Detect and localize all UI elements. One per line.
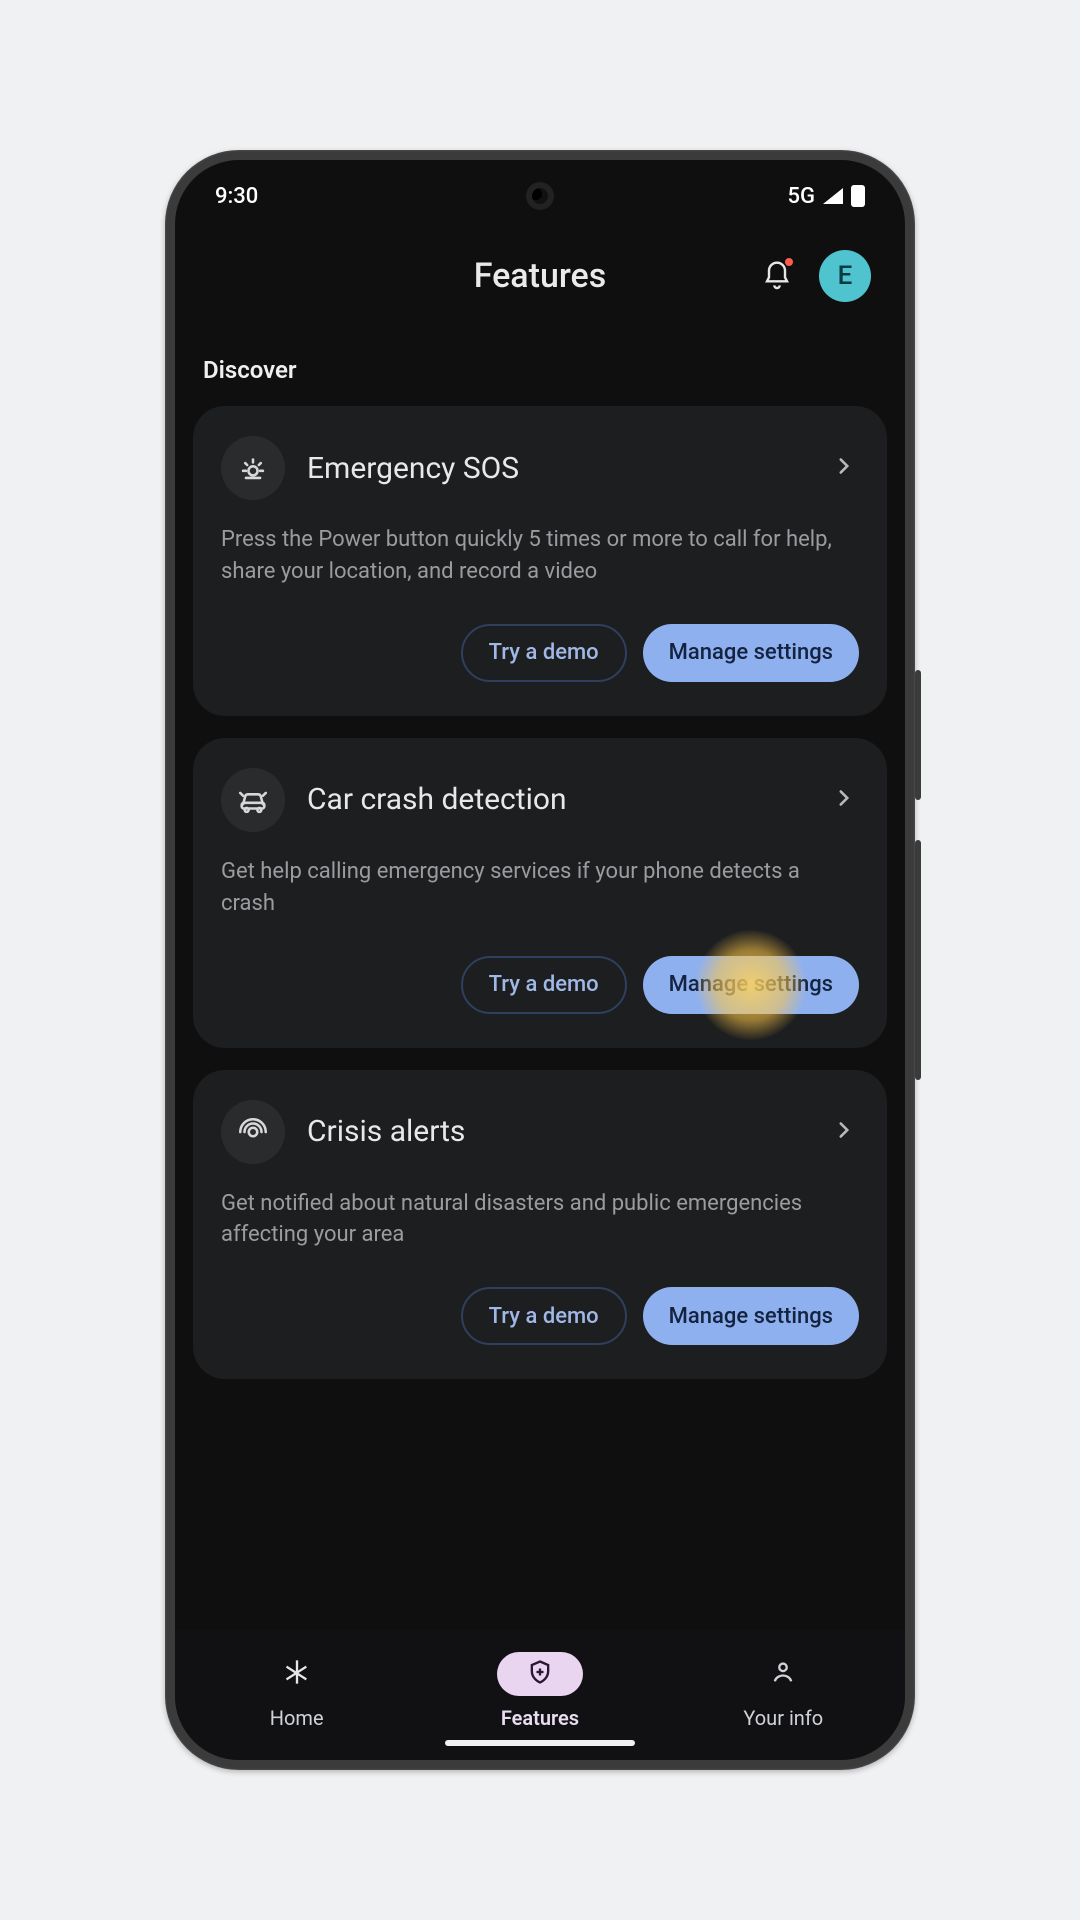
chevron-right-icon <box>831 453 859 483</box>
card-title: Crisis alerts <box>307 1114 809 1149</box>
front-camera-cutout <box>526 182 554 210</box>
button-label: Manage settings <box>669 640 833 665</box>
button-label: Try a demo <box>489 1304 599 1329</box>
asterisk-icon <box>283 1658 311 1691</box>
emergency-sos-icon <box>221 436 285 500</box>
button-label: Manage settings <box>669 972 833 997</box>
screen: 9:30 5G Features <box>175 160 905 1760</box>
app-header: Features E <box>175 226 905 326</box>
side-button-volume <box>915 670 921 800</box>
try-demo-button[interactable]: Try a demo <box>461 624 627 682</box>
avatar-initial: E <box>838 261 853 291</box>
section-title-discover: Discover <box>193 330 887 406</box>
manage-settings-button[interactable]: Manage settings <box>643 1287 859 1345</box>
notifications-button[interactable] <box>761 260 793 292</box>
status-time: 9:30 <box>215 184 258 209</box>
try-demo-button[interactable]: Try a demo <box>461 1287 627 1345</box>
nav-home[interactable]: Home <box>254 1652 340 1730</box>
account-avatar[interactable]: E <box>819 250 871 302</box>
person-icon <box>769 1658 797 1691</box>
shield-plus-icon <box>526 1658 554 1691</box>
card-description: Get notified about natural disasters and… <box>221 1188 859 1252</box>
chevron-right-icon <box>831 785 859 815</box>
chevron-right-icon <box>831 1117 859 1147</box>
card-crisis-alerts[interactable]: Crisis alerts Get notified about natural… <box>193 1070 887 1380</box>
battery-icon <box>851 185 865 207</box>
bell-icon <box>761 277 793 296</box>
manage-settings-button[interactable]: Manage settings <box>643 956 859 1014</box>
nav-features[interactable]: Features <box>497 1652 583 1730</box>
nav-your-info[interactable]: Your info <box>740 1652 826 1730</box>
card-title: Emergency SOS <box>307 451 809 486</box>
nav-label: Home <box>270 1706 324 1730</box>
button-label: Manage settings <box>669 1304 833 1329</box>
card-car-crash-detection[interactable]: Car crash detection Get help calling eme… <box>193 738 887 1048</box>
manage-settings-button[interactable]: Manage settings <box>643 624 859 682</box>
try-demo-button[interactable]: Try a demo <box>461 956 627 1014</box>
page-title: Features <box>474 256 607 296</box>
signal-icon <box>823 188 843 204</box>
notification-dot-icon <box>785 258 793 266</box>
card-emergency-sos[interactable]: Emergency SOS Press the Power button qui… <box>193 406 887 716</box>
content-scroll[interactable]: Discover Emergency SOS <box>175 326 905 1630</box>
card-description: Get help calling emergency services if y… <box>221 856 859 920</box>
button-label: Try a demo <box>489 972 599 997</box>
phone-frame: 9:30 5G Features <box>165 150 915 1770</box>
car-crash-icon <box>221 768 285 832</box>
gesture-home-indicator[interactable] <box>445 1740 635 1746</box>
crisis-alerts-icon <box>221 1100 285 1164</box>
card-title: Car crash detection <box>307 782 809 817</box>
nav-label: Features <box>501 1706 579 1730</box>
nav-label: Your info <box>743 1706 823 1730</box>
status-right: 5G <box>788 184 866 209</box>
side-button-power <box>915 840 921 1080</box>
button-label: Try a demo <box>489 640 599 665</box>
status-network: 5G <box>788 184 816 209</box>
card-description: Press the Power button quickly 5 times o… <box>221 524 859 588</box>
